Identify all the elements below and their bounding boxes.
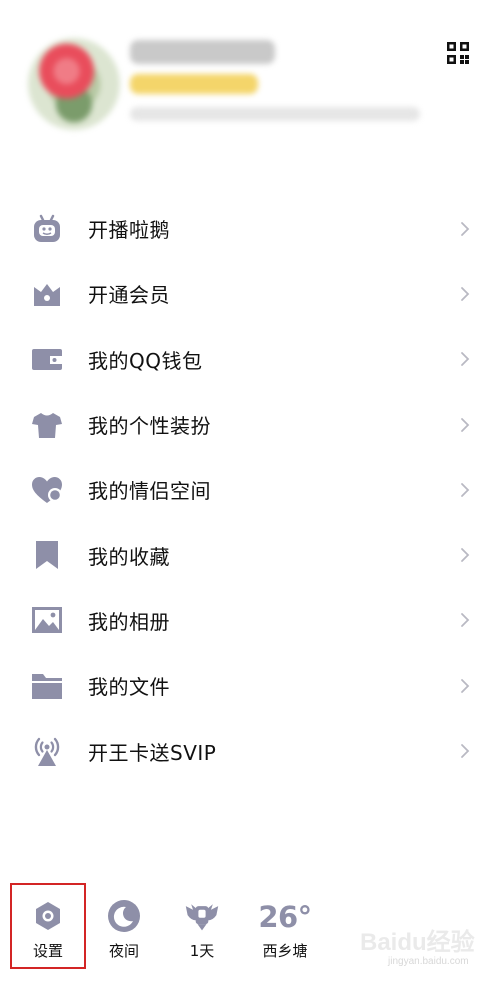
winged-badge-icon (184, 898, 220, 934)
menu-item-label: 我的情侣空间 (88, 479, 211, 504)
menu-item-label: 我的相册 (88, 609, 170, 634)
night-label: 夜间 (108, 942, 139, 960)
menu-item-label: 开通会员 (88, 283, 170, 308)
chevron-right-icon (461, 352, 470, 367)
settings-highlight-box (10, 883, 86, 969)
menu-item-label: 开王卡送SVIP (88, 740, 217, 765)
menu-item-label: 我的文件 (88, 675, 170, 700)
streak-label: 1天 (189, 942, 215, 960)
profile-header[interactable] (0, 0, 500, 150)
qr-code-icon[interactable] (446, 41, 470, 65)
chevron-right-icon (461, 744, 470, 758)
chevron-right-icon (461, 548, 470, 563)
tshirt-icon (30, 408, 64, 442)
nickname-blurred (130, 40, 275, 64)
folder-icon (30, 669, 64, 703)
menu-item-wallet[interactable]: 我的QQ钱包 (0, 327, 500, 392)
location-label: 西乡塘 (262, 942, 308, 960)
side-menu: 开播啦鹅 开通会员 我的QQ钱包 我的个性装扮 我的情侣空间 我的收藏 我的相册… (0, 196, 500, 784)
menu-item-favorites[interactable]: 我的收藏 (0, 522, 500, 587)
temperature-value: 26° (258, 900, 312, 934)
photo-icon (30, 603, 64, 637)
menu-item-theme[interactable]: 我的个性装扮 (0, 392, 500, 457)
menu-item-label: 我的收藏 (88, 544, 170, 569)
heart-icon (30, 473, 64, 507)
checkin-streak-button[interactable]: 1天 (165, 880, 239, 972)
chevron-right-icon (461, 678, 470, 693)
wallet-icon (30, 342, 64, 376)
crown-icon (30, 277, 64, 311)
menu-item-couple[interactable]: 我的情侣空间 (0, 457, 500, 522)
signature-blurred (130, 107, 420, 121)
avatar[interactable] (28, 38, 120, 130)
signal-tower-icon (30, 734, 64, 768)
menu-item-label: 我的个性装扮 (88, 414, 211, 439)
menu-item-live[interactable]: 开播啦鹅 (0, 196, 500, 261)
menu-item-label: 我的QQ钱包 (88, 348, 203, 373)
menu-item-vip[interactable]: 开通会员 (0, 261, 500, 326)
vip-badge-blurred (130, 74, 258, 94)
chevron-right-icon (461, 613, 470, 628)
penguin-tv-icon (30, 212, 64, 246)
bookmark-icon (30, 538, 64, 572)
chevron-right-icon (461, 417, 470, 432)
menu-item-label: 开播啦鹅 (88, 218, 170, 243)
menu-item-files[interactable]: 我的文件 (0, 653, 500, 718)
chevron-right-icon (461, 287, 470, 301)
menu-item-album[interactable]: 我的相册 (0, 588, 500, 653)
weather-widget[interactable]: 26° 西乡塘 (248, 880, 322, 972)
chevron-right-icon (461, 221, 470, 236)
baidu-watermark-url: jingyan.baidu.com (388, 956, 469, 967)
moon-icon (106, 898, 142, 934)
night-mode-button[interactable]: 夜间 (87, 880, 161, 972)
menu-item-king-card[interactable]: 开王卡送SVIP (0, 718, 500, 783)
chevron-right-icon (461, 482, 470, 497)
